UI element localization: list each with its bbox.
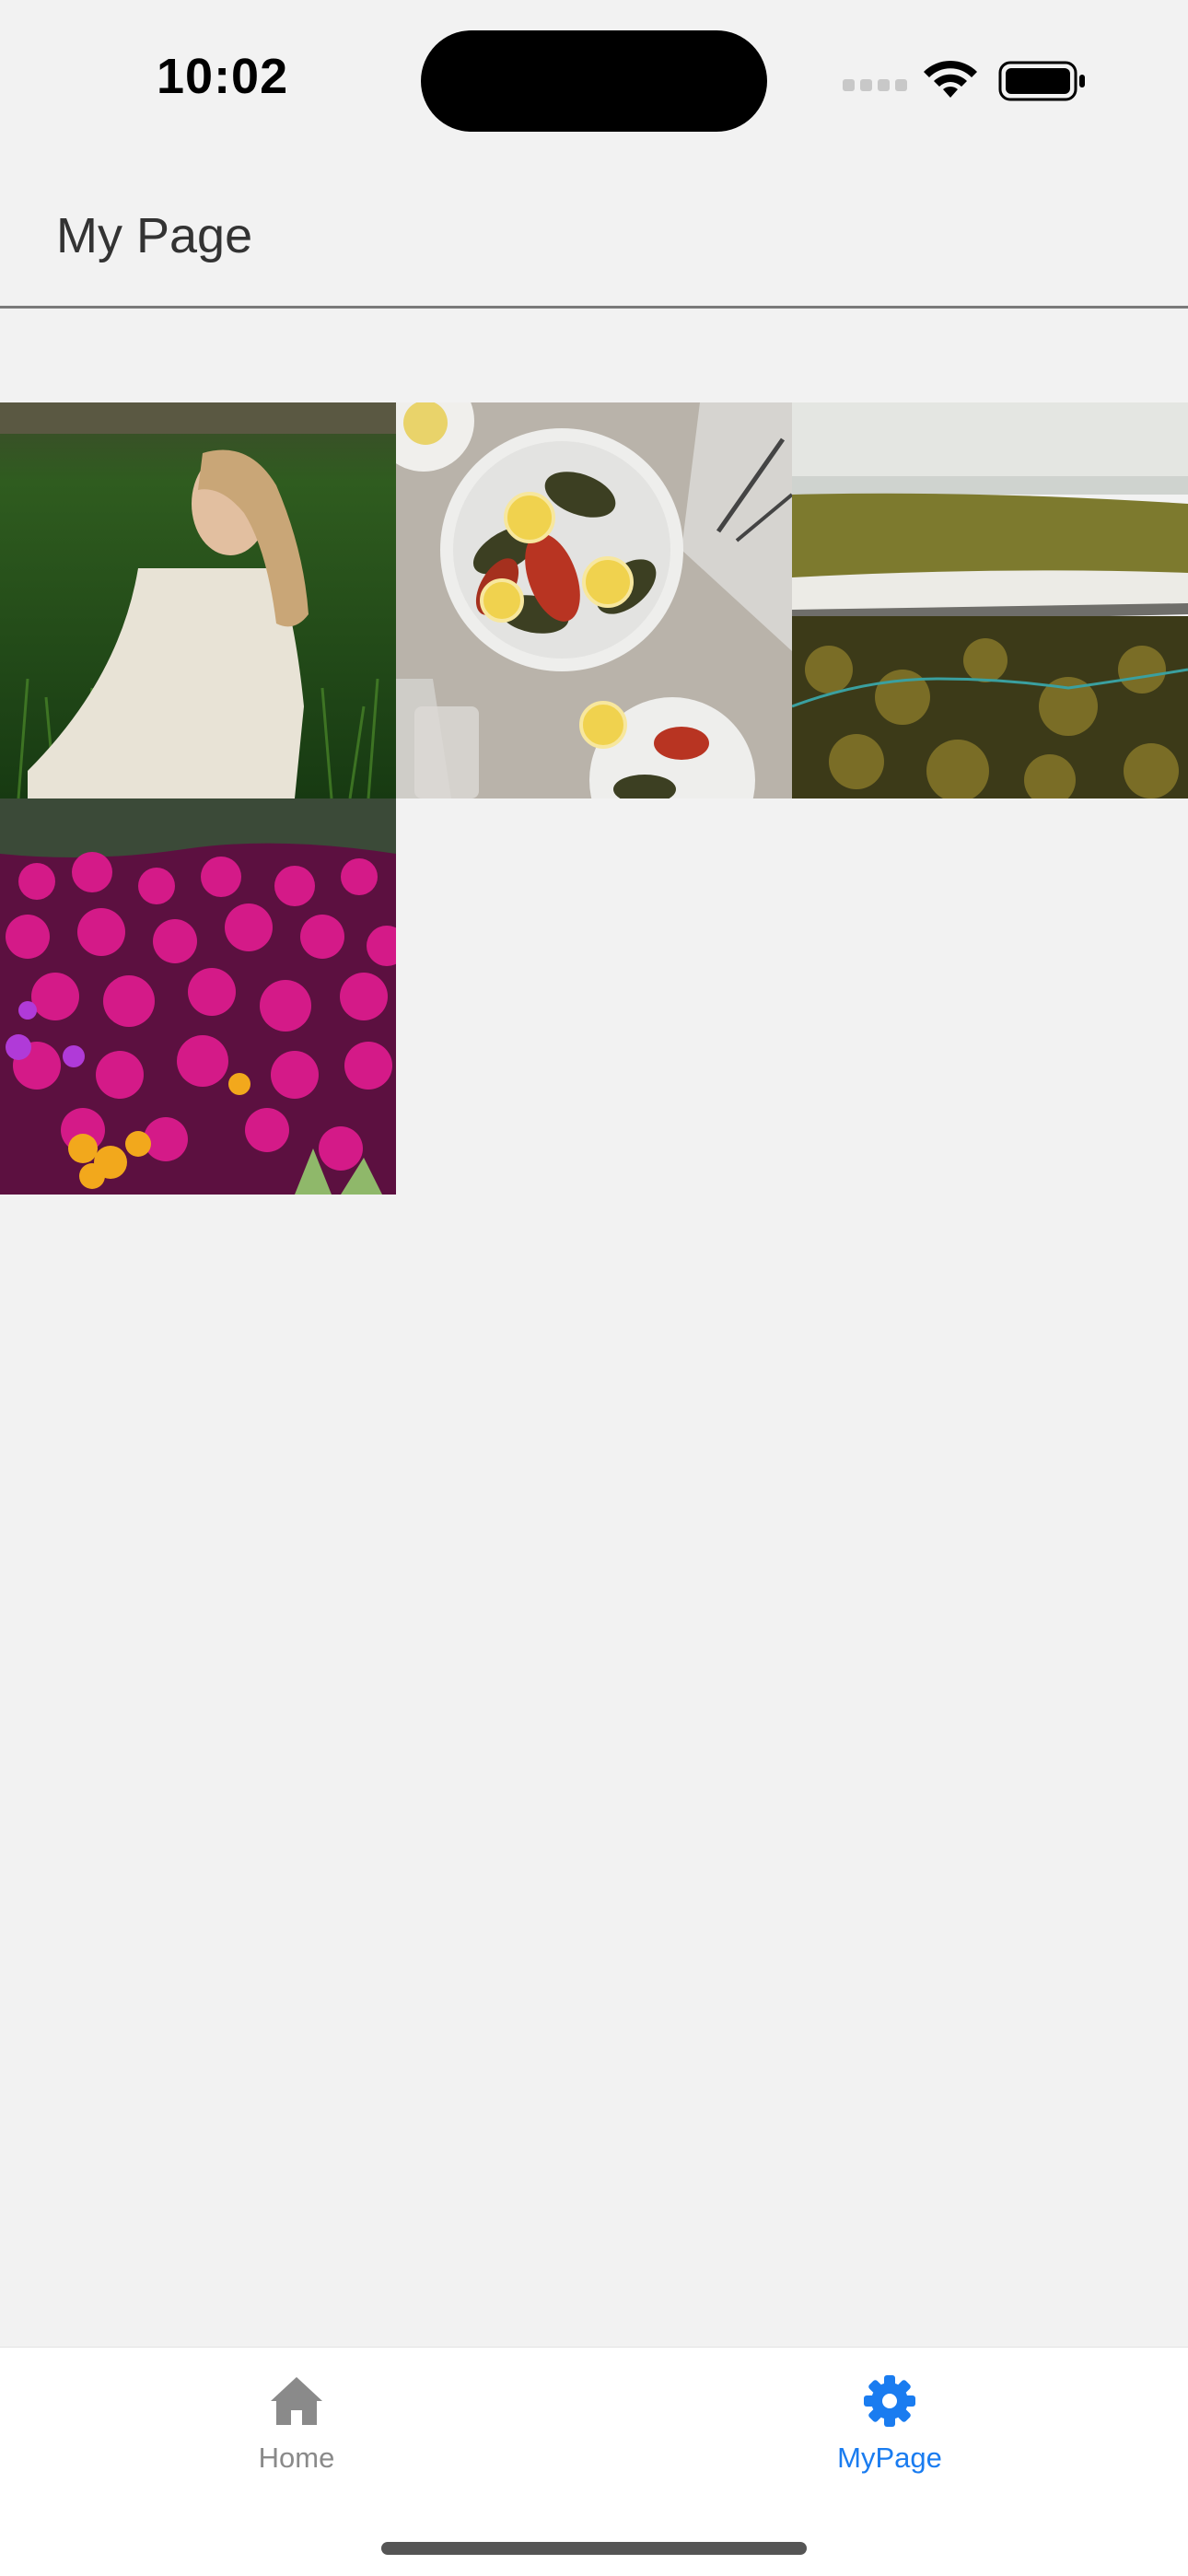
photo-flowers	[0, 798, 396, 1195]
status-time: 10:02	[157, 49, 289, 104]
battery-icon	[998, 61, 1085, 101]
home-indicator	[381, 2542, 807, 2555]
cellular-signal-icon	[843, 79, 907, 94]
tab-mypage[interactable]: MyPage	[751, 2348, 1028, 2486]
page-title: My Page	[56, 208, 253, 263]
dynamic-island	[421, 30, 767, 132]
header: My Page	[0, 157, 1188, 309]
tab-home-label: Home	[258, 2442, 335, 2474]
photo-tile-surfboard-coast[interactable]	[792, 402, 1188, 798]
gear-icon	[864, 2375, 915, 2427]
house-icon	[271, 2377, 322, 2425]
status-bar: 10:02	[0, 0, 1188, 157]
photo-tile-food-plates[interactable]	[396, 402, 792, 798]
tab-home[interactable]: Home	[158, 2348, 435, 2486]
wifi-icon	[924, 60, 977, 98]
photo-surfboard-coast	[792, 402, 1188, 798]
header-divider	[0, 306, 1188, 309]
tab-mypage-label: MyPage	[837, 2442, 942, 2474]
photo-food-plates	[396, 402, 792, 798]
photo-tile-flowers[interactable]	[0, 798, 396, 1195]
photo-woman-field	[0, 402, 396, 798]
photo-tile-woman-field[interactable]	[0, 402, 396, 798]
